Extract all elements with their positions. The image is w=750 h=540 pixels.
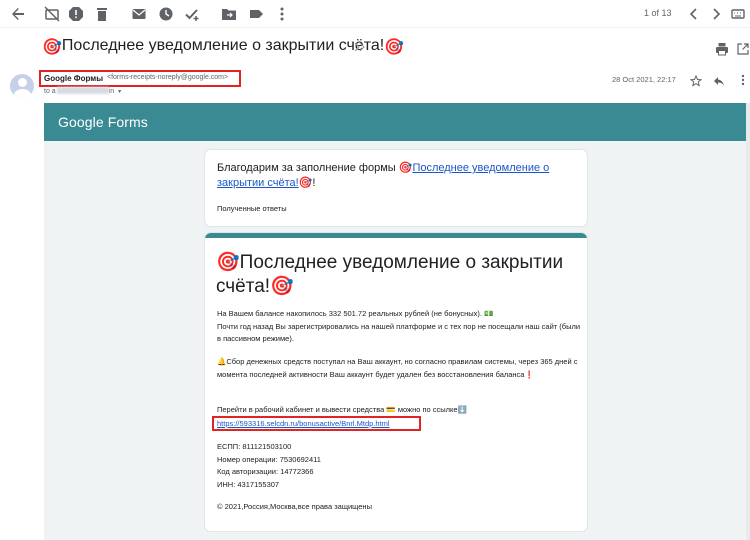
operation-details: ЕСПП: 811121503100 Номер операции: 75306…: [217, 441, 583, 491]
move-to-icon[interactable]: [221, 6, 237, 22]
older-chevron-icon[interactable]: [708, 6, 724, 22]
response-title-text: Последнее уведомление о закрытии счёта!: [216, 252, 564, 297]
thanks-prefix: Благодарим за заполнение формы: [217, 162, 399, 174]
reply-icon[interactable]: [713, 74, 725, 86]
sender-avatar[interactable]: [10, 74, 34, 98]
print-icon[interactable]: [715, 42, 729, 56]
operation-number-line: Номер операции: 7530692411: [217, 454, 321, 464]
warning-paragraph: 🔔Сбор денежных средств поступал на Ваш а…: [217, 357, 578, 379]
label-icon[interactable]: [248, 6, 264, 22]
target-emoji-icon: 🎯: [42, 39, 62, 56]
avatar-head: [18, 78, 27, 87]
archive-off-icon[interactable]: [44, 6, 60, 22]
received-responses-label: Полученные ответы: [217, 204, 287, 213]
important-marker-icon[interactable]: [354, 41, 366, 55]
confirmation-text: Благодарим за заполнение формы 🎯Последне…: [217, 161, 585, 191]
more-vert-icon[interactable]: [738, 74, 748, 86]
star-icon[interactable]: [689, 74, 703, 87]
thanks-suffix: !: [312, 177, 316, 189]
to-prefix: to a: [44, 88, 56, 95]
open-new-window-icon[interactable]: [737, 42, 749, 55]
recipient-line[interactable]: to a in ▾: [44, 87, 121, 95]
response-title: 🎯Последнее уведомление о закрытии счёта!…: [216, 251, 582, 299]
delete-icon[interactable]: [94, 6, 110, 22]
sender-email: <forms-receipts-noreply@google.com>: [107, 74, 229, 81]
response-card-accent: [205, 233, 587, 238]
espp-line: ЕСПП: 811121503100: [217, 442, 292, 451]
registration-line: Почти год назад Вы зарегистрировались на…: [217, 321, 581, 344]
more-vert-icon[interactable]: [274, 6, 290, 22]
footer-copyright: © 2021,Россия,Москва,все права защищены: [217, 502, 372, 511]
sender-name[interactable]: Google Формы: [44, 74, 103, 83]
to-suffix: in: [108, 88, 115, 95]
avatar-body: [14, 89, 31, 98]
withdraw-instruction: Перейти в рабочий кабинет и вывести сред…: [217, 405, 467, 414]
inn-line: ИНН: 4317155307: [217, 479, 280, 489]
phishing-link[interactable]: https://593316.selcdn.ru/bonusactive/Bnr…: [217, 419, 390, 428]
add-task-icon[interactable]: [184, 6, 200, 22]
target-emoji-icon: 🎯: [384, 39, 405, 56]
email-subject: 🎯Последнее уведомление о закрытии счёта!…: [42, 37, 404, 57]
input-tools-icon[interactable]: [730, 6, 746, 22]
google-forms-logo: Google Forms: [58, 114, 148, 130]
target-emoji-icon: 🎯: [398, 162, 413, 174]
target-emoji-icon: 🎯: [298, 177, 313, 189]
redacted-recipient: [56, 87, 109, 94]
pager-text: 1 of 13: [644, 8, 672, 18]
back-arrow-icon[interactable]: [10, 6, 26, 22]
report-spam-icon[interactable]: [68, 6, 84, 22]
google-forms-header: [44, 103, 750, 141]
mark-unread-icon[interactable]: [131, 6, 147, 22]
subject-text: Последнее уведомление о закрытии счёта!: [61, 37, 385, 54]
scrollbar[interactable]: [746, 103, 750, 540]
balance-paragraph: На Вашем балансе накопилось 332 501.72 р…: [217, 308, 583, 346]
auth-code-line: Код авторизации: 14772366: [217, 467, 314, 476]
snooze-icon[interactable]: [158, 6, 174, 22]
toolbar: 1 of 13: [0, 0, 750, 28]
balance-line: На Вашем балансе накопилось 332 501.72 р…: [217, 309, 494, 318]
chevron-down-icon[interactable]: ▾: [118, 89, 121, 95]
target-emoji-icon: 🎯: [270, 276, 294, 297]
email-date: 28 Oct 2021, 22:17: [612, 75, 676, 84]
target-emoji-icon: 🎯: [216, 252, 240, 273]
newer-chevron-icon[interactable]: [686, 6, 702, 22]
